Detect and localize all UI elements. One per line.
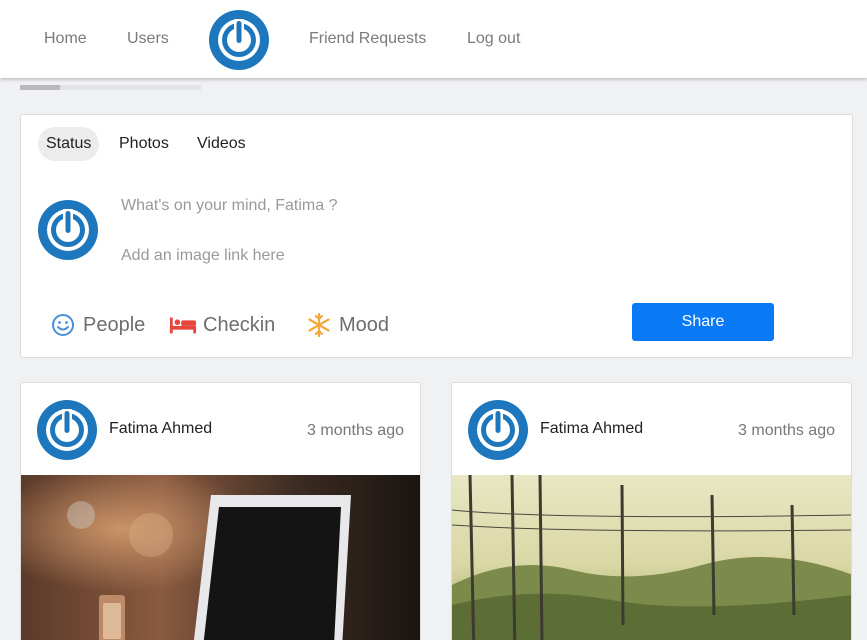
status-input[interactable]: What's on your mind, Fatima ?	[121, 197, 337, 215]
bed-icon	[169, 311, 197, 339]
top-navbar: Home Users Friend Requests Log out	[0, 0, 867, 78]
mood-label: Mood	[339, 313, 390, 336]
tab-status[interactable]: Status	[38, 127, 100, 161]
tab-videos[interactable]: Videos	[189, 127, 254, 161]
post-card: Fatima Ahmed 3 months ago	[451, 382, 852, 640]
nav-logout-link[interactable]: Log out	[467, 30, 520, 48]
snowflake-icon	[305, 311, 333, 339]
post-timestamp: 3 months ago	[307, 422, 404, 439]
avatar	[36, 399, 98, 461]
people-label: People	[83, 313, 146, 336]
image-link-input[interactable]: Add an image link here	[121, 247, 285, 265]
smiley-icon	[49, 311, 77, 339]
nav-friend-requests-link[interactable]: Friend Requests	[309, 30, 426, 48]
power-logo-icon[interactable]	[208, 9, 270, 71]
avatar	[467, 399, 529, 461]
post-image-railway[interactable]	[452, 475, 851, 640]
nav-users-link[interactable]: Users	[127, 30, 169, 48]
post-author[interactable]: Fatima Ahmed	[109, 420, 212, 438]
mood-button[interactable]: Mood	[305, 311, 389, 339]
checkin-label: Checkin	[203, 313, 276, 336]
loading-progress-bar	[20, 85, 201, 90]
share-button[interactable]: Share	[632, 303, 774, 341]
post-author[interactable]: Fatima Ahmed	[540, 420, 643, 438]
status-composer: Status Photos Videos What's on your mind…	[20, 114, 853, 358]
avatar	[37, 199, 99, 261]
tab-photos[interactable]: Photos	[111, 127, 177, 161]
post-image-laptop[interactable]	[21, 475, 420, 640]
post-timestamp: 3 months ago	[738, 422, 835, 439]
loading-progress-fill	[20, 85, 60, 90]
people-button[interactable]: People	[49, 311, 145, 339]
checkin-button[interactable]: Checkin	[169, 311, 275, 339]
post-card: Fatima Ahmed 3 months ago	[20, 382, 421, 640]
nav-home-link[interactable]: Home	[44, 30, 87, 48]
